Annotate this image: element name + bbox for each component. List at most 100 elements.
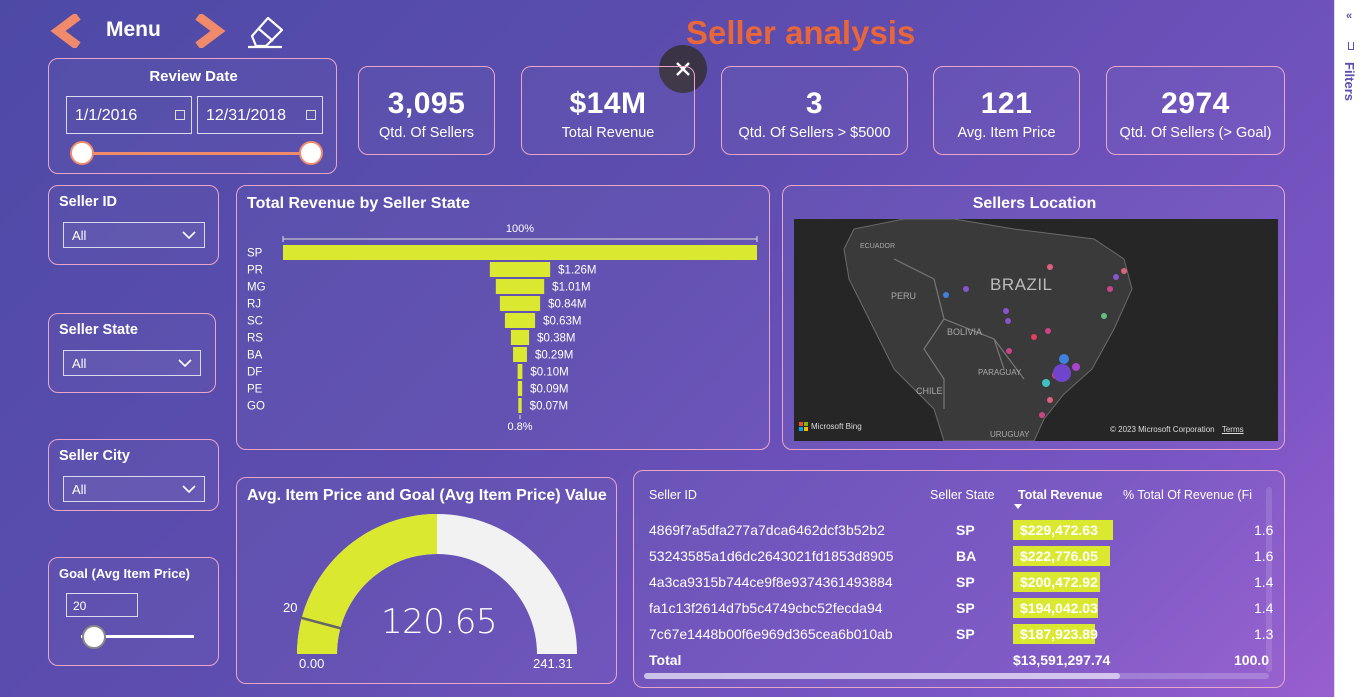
cell-total-revenue: $222,776.05 xyxy=(1020,548,1098,564)
slicer-title: Seller ID xyxy=(59,194,118,210)
map-title: Sellers Location xyxy=(972,195,1097,212)
goal-slider-handle[interactable] xyxy=(82,625,106,649)
funnel-bar-pr[interactable] xyxy=(489,262,551,277)
kpi-value: 3,095 xyxy=(387,87,466,120)
bing-attribution: Microsoft Bing xyxy=(811,422,862,431)
cell-seller-id: 4a3ca9315b744ce9f8e9374361493884 xyxy=(649,574,893,590)
funnel-value-label: $0.38M xyxy=(537,333,575,345)
table-row[interactable]: fa1c13f2614d7b5c4749cbc52fecda94 SP $194,0… xyxy=(634,598,1274,622)
cell-seller-state: SP xyxy=(956,626,975,642)
scrollbar-thumb[interactable] xyxy=(644,673,1120,679)
dropdown-value: All xyxy=(72,481,87,497)
cell-seller-state: SP xyxy=(956,574,975,590)
cell-total-revenue: $229,472.63 xyxy=(1020,522,1098,538)
map-copyright: © 2023 Microsoft Corporation Terms xyxy=(1110,425,1244,434)
expand-filters-icon[interactable]: « xyxy=(1346,10,1352,22)
date-range-start-handle[interactable] xyxy=(70,141,94,165)
table-header-pct-revenue[interactable]: % Total Of Revenue (Fi xyxy=(1123,488,1252,502)
table-total-pct: 100.0 xyxy=(1234,652,1270,668)
seller-state-slicer: Seller State All xyxy=(48,313,216,393)
kpi-label: Qtd. Of Sellers (> Goal) xyxy=(1119,125,1272,141)
kpi-value: 121 xyxy=(980,87,1033,120)
funnel-bar-sc[interactable] xyxy=(504,313,536,328)
funnel-category-label: MG xyxy=(247,282,266,294)
funnel-bar-pe[interactable] xyxy=(517,381,523,396)
funnel-bar-df[interactable] xyxy=(517,364,523,379)
gauge-title: Avg. Item Price and Goal (Avg Item Price… xyxy=(247,487,607,504)
table-total-revenue: $13,591,297.74 xyxy=(1013,652,1111,668)
kpi-card-sellers: 3,095 Qtd. Of Sellers xyxy=(358,66,495,155)
seller-city-dropdown[interactable]: All xyxy=(63,476,205,502)
vertical-scrollbar[interactable] xyxy=(1266,487,1272,672)
funnel-bar-sp[interactable] xyxy=(283,245,757,260)
menu-forward-arrow-icon[interactable] xyxy=(192,12,228,50)
cell-seller-id: fa1c13f2614d7b5c4749cbc52fecda94 xyxy=(649,600,883,616)
menu-back-arrow-icon[interactable] xyxy=(48,12,84,50)
sellers-location-map[interactable]: ECUADOR BRAZIL PERU BOLIVIA PARAGUAY CHI… xyxy=(794,219,1278,441)
cell-total-revenue: $200,472.92 xyxy=(1020,574,1098,590)
seller-id-slicer: Seller ID All xyxy=(48,185,219,265)
funnel-bar-mg[interactable] xyxy=(495,279,545,294)
cell-total-revenue: $194,042.03 xyxy=(1020,600,1098,616)
dropdown-value: All xyxy=(72,227,87,243)
end-date-input[interactable]: 12/31/2018 xyxy=(197,96,323,134)
filters-pane-collapsed[interactable]: « Filters xyxy=(1334,0,1366,697)
map-label-peru: PERU xyxy=(891,291,917,301)
start-date-input[interactable]: 1/1/2016 xyxy=(66,96,192,134)
eraser-icon[interactable] xyxy=(244,12,286,50)
filters-label[interactable]: Filters xyxy=(1342,62,1357,101)
avg-price-gauge-card: Avg. Item Price and Goal (Avg Item Price… xyxy=(236,477,617,684)
seller-state-dropdown[interactable]: All xyxy=(63,350,201,376)
gauge-value: 120.65 xyxy=(381,602,497,642)
chevron-down-icon xyxy=(182,485,196,494)
goal-slicer: Goal (Avg Item Price) 20 xyxy=(48,557,219,666)
funnel-value-label: $0.29M xyxy=(535,350,573,362)
table-header-seller-state[interactable]: Seller State xyxy=(930,488,995,502)
kpi-card-sellers-over-5000: 3 Qtd. Of Sellers > $5000 xyxy=(721,66,908,155)
table-row[interactable]: 7c67e1448b00f6e969d365cea6b010ab SP $187,9… xyxy=(634,624,1274,648)
date-range-end-handle[interactable] xyxy=(299,141,323,165)
kpi-label: Total Revenue xyxy=(561,125,655,141)
seller-id-dropdown[interactable]: All xyxy=(63,222,205,248)
funnel-category-label: SP xyxy=(247,248,263,260)
goal-input[interactable]: 20 xyxy=(66,593,138,617)
kpi-label: Avg. Item Price xyxy=(957,125,1056,141)
cell-seller-state: SP xyxy=(956,600,975,616)
terms-link[interactable]: Terms xyxy=(1222,425,1244,434)
gauge-max: 241.31 xyxy=(533,656,573,671)
cell-seller-state: BA xyxy=(956,548,977,564)
dropdown-value: All xyxy=(72,355,87,371)
table-row[interactable]: 53243585a1d6dc2643021fd1853d8905 BA $222,7… xyxy=(634,546,1274,570)
funnel-bar-ba[interactable] xyxy=(513,347,527,362)
filter-funnel-icon xyxy=(1348,42,1354,50)
funnel-bar-rj[interactable] xyxy=(499,296,541,311)
cell-seller-id: 53243585a1d6dc2643021fd1853d8905 xyxy=(649,548,894,564)
table-header-seller-id[interactable]: Seller ID xyxy=(649,488,697,502)
funnel-bar-go[interactable] xyxy=(518,398,522,413)
date-range-track[interactable] xyxy=(81,152,311,155)
calendar-icon[interactable] xyxy=(175,110,185,120)
kpi-card-avg-price: 121 Avg. Item Price xyxy=(933,66,1080,155)
sellers-location-map-card: Sellers Location ECUADOR BRAZIL PERU BOL… xyxy=(782,185,1285,450)
funnel-plot: 100% SP PR $1.26M MG $1.01M RJ $0.84M SC $0.63M RS… xyxy=(247,223,758,433)
map-label-bolivia: BOLIVIA xyxy=(947,327,983,337)
cell-seller-id: 4869f7a5dfa277a7dca6462dcf3b52b2 xyxy=(649,522,885,538)
review-date-slicer: Review Date 1/1/2016 12/31/2018 xyxy=(48,58,337,174)
funnel-bar-rs[interactable] xyxy=(510,330,530,345)
chevron-down-icon xyxy=(182,231,196,240)
funnel-category-label: DF xyxy=(247,367,262,379)
calendar-icon[interactable] xyxy=(306,110,316,120)
horizontal-scrollbar[interactable] xyxy=(644,673,1269,679)
table-row[interactable]: 4a3ca9315b744ce9f8e9374361493884 SP $200,4… xyxy=(634,572,1274,596)
kpi-value: $14M xyxy=(569,87,647,120)
cell-total-revenue: $187,923.89 xyxy=(1020,626,1098,642)
kpi-value: 3 xyxy=(805,87,824,120)
table-header-total-revenue[interactable]: Total Revenue xyxy=(1018,488,1103,502)
slicer-title: Goal (Avg Item Price) xyxy=(59,566,190,581)
funnel-category-label: PE xyxy=(247,384,263,396)
map-label-brazil: BRAZIL xyxy=(990,275,1053,294)
seller-city-slicer: Seller City All xyxy=(48,439,219,511)
table-row[interactable]: 4869f7a5dfa277a7dca6462dcf3b52b2 SP $229,4… xyxy=(634,520,1274,544)
funnel-category-label: PR xyxy=(247,265,263,277)
funnel-value-label: $0.10M xyxy=(530,367,568,379)
